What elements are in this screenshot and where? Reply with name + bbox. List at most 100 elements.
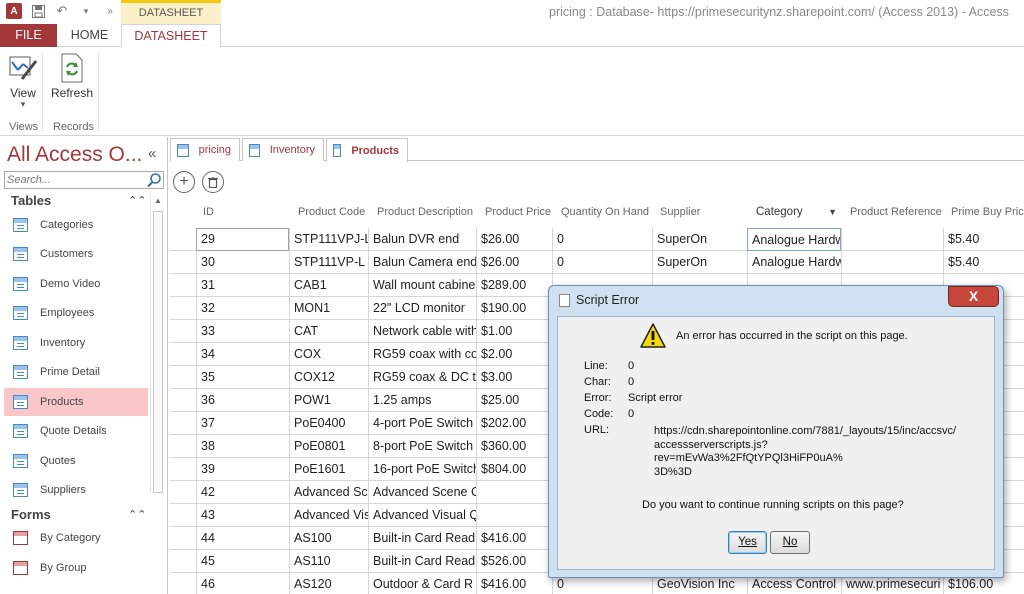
cell-product-price[interactable]: $1.00: [476, 320, 552, 343]
nav-item-quote-details[interactable]: Quote Details: [4, 417, 148, 445]
cell-id[interactable]: 29: [196, 228, 289, 251]
cell-product-code[interactable]: STP111VP-L: [289, 251, 368, 274]
no-button[interactable]: No: [770, 531, 810, 554]
nav-item-quotes[interactable]: Quotes: [4, 447, 148, 475]
doc-tab-inventory[interactable]: Inventory: [242, 138, 324, 161]
cell-product-price[interactable]: [476, 481, 552, 504]
cell-category[interactable]: Analogue Hardw: [747, 251, 841, 274]
cell-product-description[interactable]: RG59 coax with co: [368, 343, 476, 366]
column-header-product-price[interactable]: Product Price: [481, 202, 557, 222]
cell-product-code[interactable]: Advanced Vis: [289, 504, 368, 527]
column-header-id[interactable]: ID: [199, 202, 293, 222]
cell-product-description[interactable]: RG59 coax & DC tw: [368, 366, 476, 389]
cell-product-description[interactable]: Network cable with: [368, 320, 476, 343]
column-header-prime-buy-price[interactable]: Prime Buy Price: [947, 202, 1024, 222]
cell-category[interactable]: Analogue Hardw: [747, 228, 841, 251]
cell-product-description[interactable]: Balun DVR end: [368, 228, 476, 251]
nav-search-input[interactable]: [5, 172, 145, 188]
cell-product-description[interactable]: 4-port PoE Switch: [368, 412, 476, 435]
cell-id[interactable]: 31: [196, 274, 289, 297]
nav-item-products[interactable]: Products: [4, 388, 148, 416]
column-header-product-code[interactable]: Product Code: [294, 202, 373, 222]
doc-tab-products[interactable]: Products: [326, 138, 408, 162]
cell-product-description[interactable]: 1.25 amps: [368, 389, 476, 412]
cell-product-description[interactable]: Built-in Card Read: [368, 550, 476, 573]
cell-product-price[interactable]: $416.00: [476, 573, 552, 594]
section-header-forms[interactable]: Forms: [11, 507, 51, 522]
search-icon[interactable]: [146, 172, 162, 188]
table-row[interactable]: 29 STP111VPJ-L Balun DVR end $26.00 0 SuperOn…: [170, 228, 1024, 251]
cell-product-price[interactable]: [476, 504, 552, 527]
cell-id[interactable]: 46: [196, 573, 289, 594]
nav-item-suppliers[interactable]: Suppliers: [4, 476, 148, 504]
cell-id[interactable]: 32: [196, 297, 289, 320]
cell-product-code[interactable]: AS100: [289, 527, 368, 550]
cell-supplier[interactable]: SuperOn: [652, 251, 747, 274]
nav-item-categories[interactable]: Categories: [4, 211, 148, 239]
cell-id[interactable]: 42: [196, 481, 289, 504]
add-record-icon[interactable]: +: [173, 171, 195, 193]
qat-dropdown-icon[interactable]: ▾: [78, 3, 94, 19]
cell-id[interactable]: 33: [196, 320, 289, 343]
qat-more-icon[interactable]: »: [102, 3, 118, 19]
cell-id[interactable]: 45: [196, 550, 289, 573]
section-header-tables[interactable]: Tables: [11, 193, 51, 208]
cell-product-code[interactable]: PoE0400: [289, 412, 368, 435]
nav-item-employees[interactable]: Employees: [4, 299, 148, 327]
cell-product-description[interactable]: Balun Camera end: [368, 251, 476, 274]
nav-item-prime-detail[interactable]: Prime Detail: [4, 358, 148, 386]
cell-product-code[interactable]: PoE0801: [289, 435, 368, 458]
cell-id[interactable]: 36: [196, 389, 289, 412]
cell-product-description[interactable]: Advanced Visual Q: [368, 504, 476, 527]
cell-product-code[interactable]: CAB1: [289, 274, 368, 297]
tab-home[interactable]: HOME: [62, 24, 117, 47]
scroll-up-icon[interactable]: ▲: [154, 196, 162, 205]
cell-product-description[interactable]: 8-port PoE Switch: [368, 435, 476, 458]
nav-pane-title[interactable]: All Access O...: [7, 143, 142, 167]
nav-scrollbar[interactable]: ▲: [150, 193, 165, 493]
access-app-icon[interactable]: A: [6, 3, 22, 19]
column-header-category[interactable]: Category ▼: [752, 202, 843, 222]
undo-icon[interactable]: ↶: [54, 3, 70, 19]
scrollbar-thumb[interactable]: [153, 211, 163, 493]
table-row[interactable]: 30 STP111VP-L Balun Camera end $26.00 0 Super…: [170, 251, 1024, 274]
cell-product-reference[interactable]: [841, 251, 943, 274]
cell-id[interactable]: 44: [196, 527, 289, 550]
cell-id[interactable]: 38: [196, 435, 289, 458]
column-header-product-description[interactable]: Product Description: [373, 202, 481, 222]
tab-file[interactable]: FILE: [0, 24, 57, 47]
cell-product-price[interactable]: $2.00: [476, 343, 552, 366]
cell-product-description[interactable]: Built-in Card Read: [368, 527, 476, 550]
cell-product-price[interactable]: $26.00: [476, 228, 552, 251]
cell-id[interactable]: 35: [196, 366, 289, 389]
nav-item-by-group[interactable]: By Group: [4, 554, 148, 582]
cell-product-code[interactable]: AS110: [289, 550, 368, 573]
cell-prime-buy-price[interactable]: $5.40: [943, 251, 1024, 274]
cell-product-description[interactable]: Outdoor & Card R: [368, 573, 476, 594]
refresh-button[interactable]: Refresh: [50, 52, 94, 100]
nav-item-customers[interactable]: Customers: [4, 240, 148, 268]
save-icon[interactable]: [30, 3, 46, 19]
nav-item-inventory[interactable]: Inventory: [4, 329, 148, 357]
cell-product-price[interactable]: $3.00: [476, 366, 552, 389]
cell-id[interactable]: 37: [196, 412, 289, 435]
column-header-supplier[interactable]: Supplier: [656, 202, 749, 222]
cell-id[interactable]: 34: [196, 343, 289, 366]
cell-supplier[interactable]: SuperOn: [652, 228, 747, 251]
cell-prime-buy-price[interactable]: $5.40: [943, 228, 1024, 251]
cell-product-price[interactable]: $526.00: [476, 550, 552, 573]
collapse-forms-icon[interactable]: ⌃⌃: [128, 508, 146, 521]
cell-product-code[interactable]: AS120: [289, 573, 368, 594]
cell-product-code[interactable]: COX: [289, 343, 368, 366]
cell-id[interactable]: 43: [196, 504, 289, 527]
cell-product-price[interactable]: $416.00: [476, 527, 552, 550]
cell-product-price[interactable]: $190.00: [476, 297, 552, 320]
view-button[interactable]: View ▾: [2, 52, 44, 109]
doc-tab-pricing[interactable]: pricing: [170, 138, 240, 161]
collapse-tables-icon[interactable]: ⌃⌃: [128, 194, 146, 207]
cell-id[interactable]: 39: [196, 458, 289, 481]
column-header-quantity-on-hand[interactable]: Quantity On Hand: [557, 202, 656, 222]
dialog-title-bar[interactable]: Script Error X: [549, 286, 1003, 316]
cell-product-description[interactable]: 16-port PoE Switch: [368, 458, 476, 481]
cell-quantity-on-hand[interactable]: 0: [552, 228, 652, 251]
